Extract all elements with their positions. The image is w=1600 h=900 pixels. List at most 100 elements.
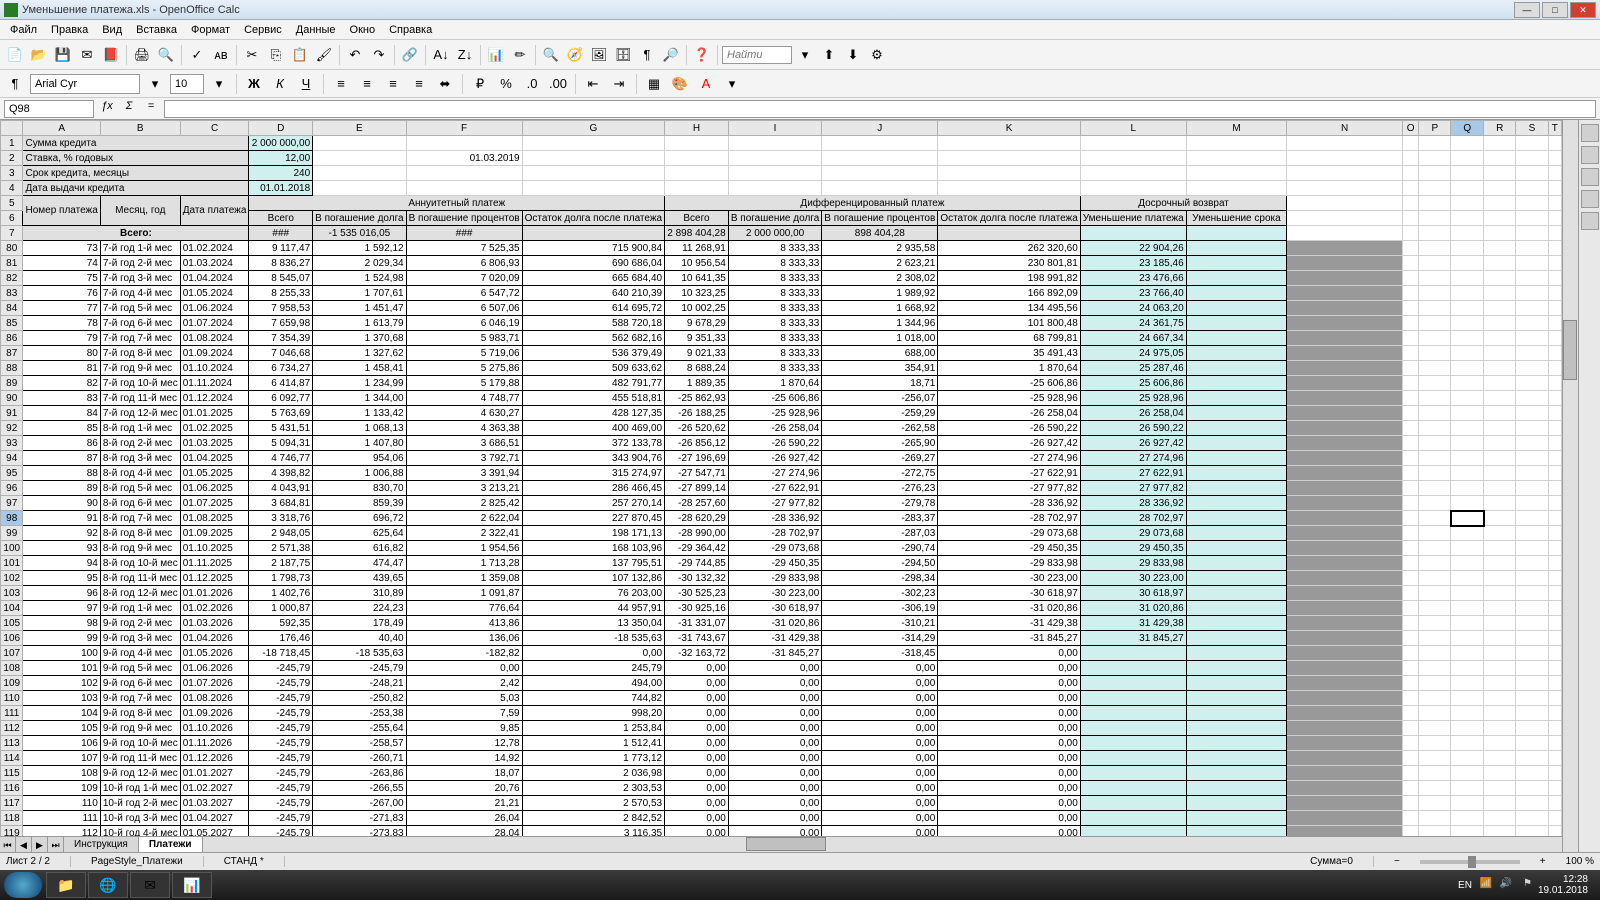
cell[interactable]: 0,00 — [665, 826, 729, 837]
cell[interactable] — [1186, 616, 1287, 631]
row-header[interactable]: 118 — [1, 811, 23, 826]
cell[interactable]: 696,72 — [313, 511, 406, 526]
cell[interactable] — [1186, 466, 1287, 481]
cell[interactable]: 474,47 — [313, 556, 406, 571]
cell[interactable] — [1451, 511, 1484, 526]
cell[interactable]: -26 856,12 — [665, 436, 729, 451]
cell[interactable]: -27 274,96 — [938, 451, 1080, 466]
cell[interactable] — [1451, 811, 1484, 826]
cell[interactable]: 9-й год 10-й мес — [100, 736, 180, 751]
row-header[interactable]: 117 — [1, 796, 23, 811]
format-paint-icon[interactable]: 🖌 — [313, 44, 335, 66]
cell[interactable]: 592,35 — [249, 616, 313, 631]
row-header[interactable]: 98 — [1, 511, 23, 526]
col-header[interactable]: E — [313, 121, 406, 136]
cell[interactable]: -27 196,69 — [665, 451, 729, 466]
sidebar-navigator-icon[interactable] — [1581, 190, 1599, 208]
cell[interactable]: 0,00 — [938, 766, 1080, 781]
cell[interactable]: -279,78 — [822, 496, 938, 511]
cell[interactable] — [1451, 256, 1484, 271]
cell[interactable]: 0,00 — [938, 811, 1080, 826]
cell[interactable]: 93 — [23, 541, 100, 556]
row-header[interactable]: 102 — [1, 571, 23, 586]
row-header[interactable]: 84 — [1, 301, 23, 316]
more-icon[interactable]: ▾ — [721, 73, 743, 95]
cell[interactable]: -30 525,23 — [665, 586, 729, 601]
cell[interactable]: 1 000,87 — [249, 601, 313, 616]
cell[interactable] — [1186, 331, 1287, 346]
undo-icon[interactable]: ↶ — [344, 44, 366, 66]
cell[interactable]: 23 476,66 — [1080, 271, 1186, 286]
cell[interactable]: 1 989,92 — [822, 286, 938, 301]
cell[interactable]: -256,07 — [822, 391, 938, 406]
cell[interactable] — [1451, 751, 1484, 766]
cell[interactable]: 5 719,06 — [406, 346, 522, 361]
cell[interactable] — [1186, 796, 1287, 811]
cell[interactable]: -31 845,27 — [938, 631, 1080, 646]
cell[interactable]: 1 889,35 — [665, 376, 729, 391]
cell[interactable]: -28 336,92 — [728, 511, 821, 526]
navigator-icon[interactable]: 🧭 — [564, 44, 586, 66]
cell[interactable] — [1080, 691, 1186, 706]
cell[interactable]: 3 318,76 — [249, 511, 313, 526]
cell[interactable]: -245,79 — [249, 781, 313, 796]
tray-flag-icon[interactable]: ⚑ — [1518, 878, 1532, 892]
cell[interactable]: 8-й год 12-й мес — [100, 586, 180, 601]
cell[interactable] — [1451, 706, 1484, 721]
cell[interactable]: 439,65 — [313, 571, 406, 586]
cell[interactable]: 400 469,00 — [522, 421, 664, 436]
cell[interactable]: 74 — [23, 256, 100, 271]
cell[interactable]: 24 361,75 — [1080, 316, 1186, 331]
cell[interactable]: 227 870,45 — [522, 511, 664, 526]
taskbar-thunderbird-icon[interactable]: ✉ — [130, 872, 170, 898]
cell[interactable]: 230 801,81 — [938, 256, 1080, 271]
equals-icon[interactable]: = — [142, 100, 160, 118]
cell[interactable]: 2 935,58 — [822, 241, 938, 256]
cell[interactable]: 2 303,53 — [522, 781, 664, 796]
cell[interactable]: 310,89 — [313, 586, 406, 601]
cell[interactable]: 0,00 — [728, 811, 821, 826]
cell[interactable]: 2 842,52 — [522, 811, 664, 826]
cell[interactable]: 01.09.2024 — [180, 346, 249, 361]
cell[interactable]: 166 892,09 — [938, 286, 1080, 301]
cell[interactable]: 0,00 — [938, 691, 1080, 706]
row-header[interactable]: 119 — [1, 826, 23, 837]
cell[interactable]: 25 606,86 — [1080, 376, 1186, 391]
cell[interactable] — [1451, 331, 1484, 346]
cell[interactable]: -314,29 — [822, 631, 938, 646]
cell[interactable]: 87 — [23, 451, 100, 466]
cell[interactable] — [1080, 781, 1186, 796]
gallery-icon[interactable]: 🖼 — [588, 44, 610, 66]
cell[interactable] — [1186, 676, 1287, 691]
cell[interactable]: 0,00 — [665, 751, 729, 766]
cell[interactable]: 0,00 — [665, 661, 729, 676]
cell[interactable]: 9,85 — [406, 721, 522, 736]
cell[interactable]: 89 — [23, 481, 100, 496]
cell[interactable]: 9-й год 7-й мес — [100, 691, 180, 706]
cell[interactable]: 01.12.2026 — [180, 751, 249, 766]
cell[interactable]: 198 171,13 — [522, 526, 664, 541]
cell[interactable] — [1451, 391, 1484, 406]
cell[interactable]: 2 036,98 — [522, 766, 664, 781]
cell[interactable]: 0,00 — [822, 721, 938, 736]
cell[interactable]: 107 — [23, 751, 100, 766]
cell[interactable] — [1451, 631, 1484, 646]
sidebar-properties-icon[interactable] — [1581, 124, 1599, 142]
sheet-tab-2[interactable]: Платежи — [139, 837, 203, 852]
cell[interactable]: 0,00 — [938, 751, 1080, 766]
col-header[interactable]: A — [23, 121, 100, 136]
cell[interactable] — [1451, 571, 1484, 586]
cell[interactable]: -29 450,35 — [728, 556, 821, 571]
cell[interactable]: 01.08.2026 — [180, 691, 249, 706]
col-header[interactable]: L — [1080, 121, 1186, 136]
cell[interactable]: 0,00 — [938, 646, 1080, 661]
add-decimal-icon[interactable]: .0 — [521, 73, 543, 95]
spellcheck-icon[interactable]: ✓ — [186, 44, 208, 66]
cell[interactable]: 18,71 — [822, 376, 938, 391]
spreadsheet-grid[interactable]: ABCDEFGHIJKLMNOPQRST1Сумма кредита2 000 … — [0, 120, 1562, 836]
cell[interactable] — [1186, 826, 1287, 837]
cell[interactable]: 86 — [23, 436, 100, 451]
cell[interactable]: 859,39 — [313, 496, 406, 511]
row-header[interactable]: 6 — [1, 211, 23, 226]
paste-icon[interactable]: 📋 — [289, 44, 311, 66]
